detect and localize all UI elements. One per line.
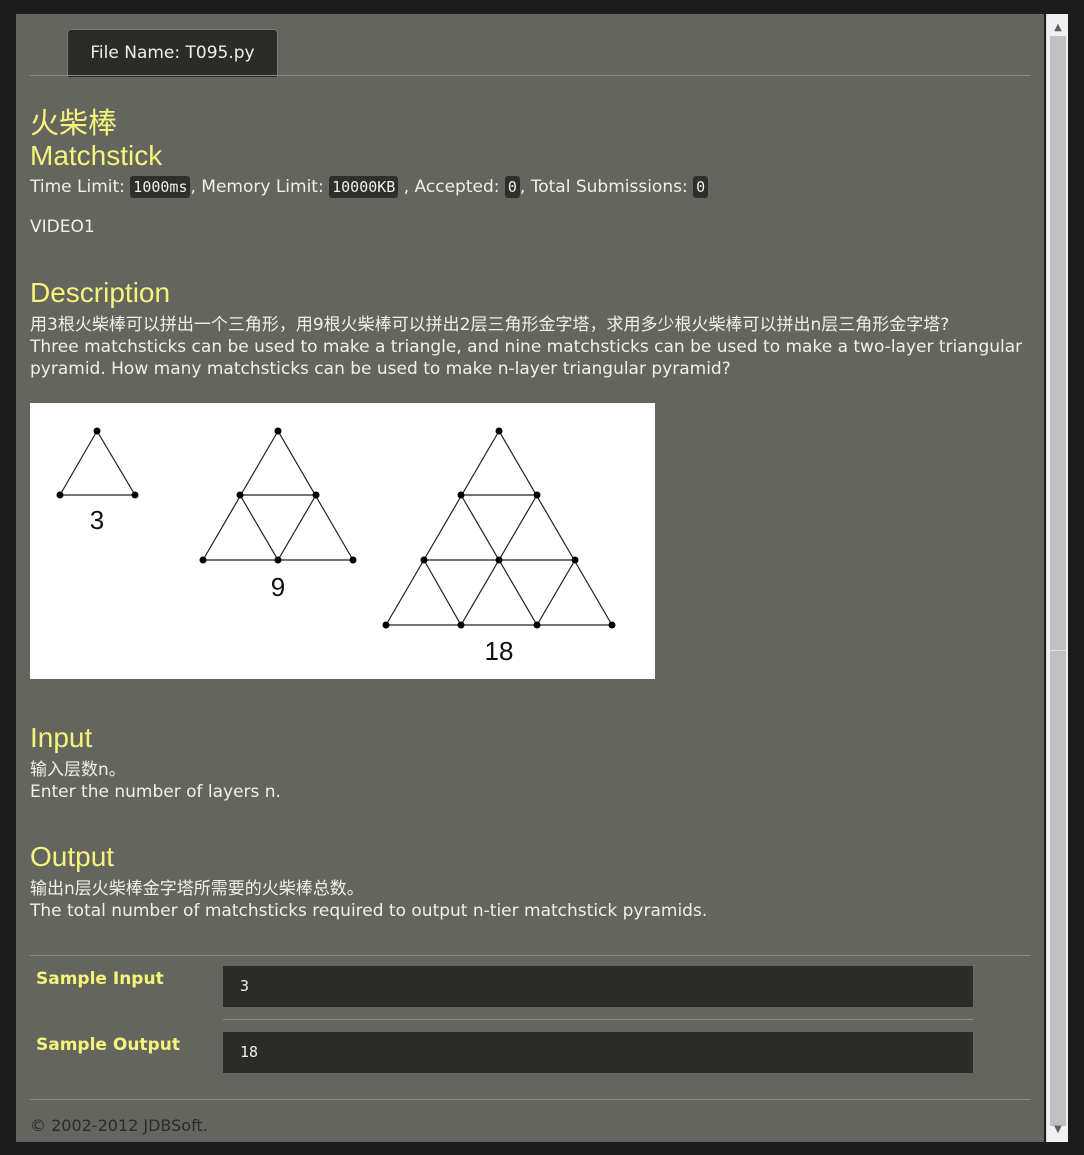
figure-label-9: 9 xyxy=(271,572,285,602)
file-tab-label: File Name: T095.py xyxy=(90,43,255,63)
figure-label-18: 18 xyxy=(485,636,514,666)
accepted-value: 0 xyxy=(504,176,520,198)
memory-limit-label: , Memory Limit: xyxy=(190,177,324,197)
sample-input-label: Sample Input xyxy=(36,969,164,989)
time-limit-value: 1000ms xyxy=(130,176,191,198)
sample-input-box[interactable]: 3 xyxy=(223,966,973,1007)
samples-divider-mid xyxy=(223,1019,973,1020)
tab-divider xyxy=(30,75,1030,76)
footer-copyright: © 2002-2012 JDBSoft. xyxy=(30,1116,208,1135)
description-en: Three matchsticks can be used to make a … xyxy=(30,337,1023,379)
triangle-2-lines xyxy=(201,429,355,562)
vertical-scrollbar[interactable]: ▲ ▼ xyxy=(1046,14,1068,1142)
time-limit-label: Time Limit: xyxy=(30,177,125,197)
sample-output-box[interactable]: 18 xyxy=(223,1032,973,1073)
triangle-3-lines xyxy=(384,429,614,627)
scroll-thumb-divider xyxy=(1050,650,1066,651)
accepted-label: , Accepted: xyxy=(403,177,500,197)
samples-divider-top xyxy=(30,955,1030,956)
input-heading: Input xyxy=(30,722,93,753)
samples-divider-bottom xyxy=(30,1099,1030,1100)
figure-label-3: 3 xyxy=(90,505,104,535)
description-cn: 用3根火柴棒可以拼出一个三角形，用9根火柴棒可以拼出2层三角形金字塔，求用多少根… xyxy=(30,315,950,335)
limits-line: Time Limit: 1000ms, Memory Limit: 10000K… xyxy=(30,176,709,198)
matchstick-diagram: 3 9 18 xyxy=(56,427,616,666)
description-heading: Description xyxy=(30,277,171,308)
scroll-thumb[interactable] xyxy=(1050,36,1066,1126)
sample-output-label: Sample Output xyxy=(36,1035,180,1055)
scroll-up-icon[interactable]: ▲ xyxy=(1047,16,1069,38)
submissions-label: , Total Submissions: xyxy=(519,177,688,197)
problem-title-en: Matchstick xyxy=(30,140,163,171)
video-link[interactable]: VIDEO1 xyxy=(30,217,95,237)
memory-limit-value: 10000KB xyxy=(329,176,399,198)
matchstick-figure: 3 9 18 xyxy=(30,403,655,679)
triangle-1-lines xyxy=(58,429,137,496)
triangle-1-dots xyxy=(56,427,139,499)
scroll-down-icon[interactable]: ▼ xyxy=(1047,1118,1069,1140)
output-en: The total number of matchsticks required… xyxy=(30,901,708,921)
problem-window: File Name: T095.py 火柴棒 Matchstick Time L… xyxy=(16,14,1044,1142)
input-en: Enter the number of layers n. xyxy=(30,782,281,802)
triangle-3-dots xyxy=(382,427,616,629)
output-cn: 输出n层火柴棒金字塔所需要的火柴棒总数。 xyxy=(30,879,364,899)
problem-title-cn: 火柴棒 xyxy=(30,106,118,140)
submissions-value: 0 xyxy=(693,176,709,198)
file-tab[interactable]: File Name: T095.py xyxy=(67,29,278,77)
input-cn: 输入层数n。 xyxy=(30,760,126,780)
output-heading: Output xyxy=(30,841,115,872)
